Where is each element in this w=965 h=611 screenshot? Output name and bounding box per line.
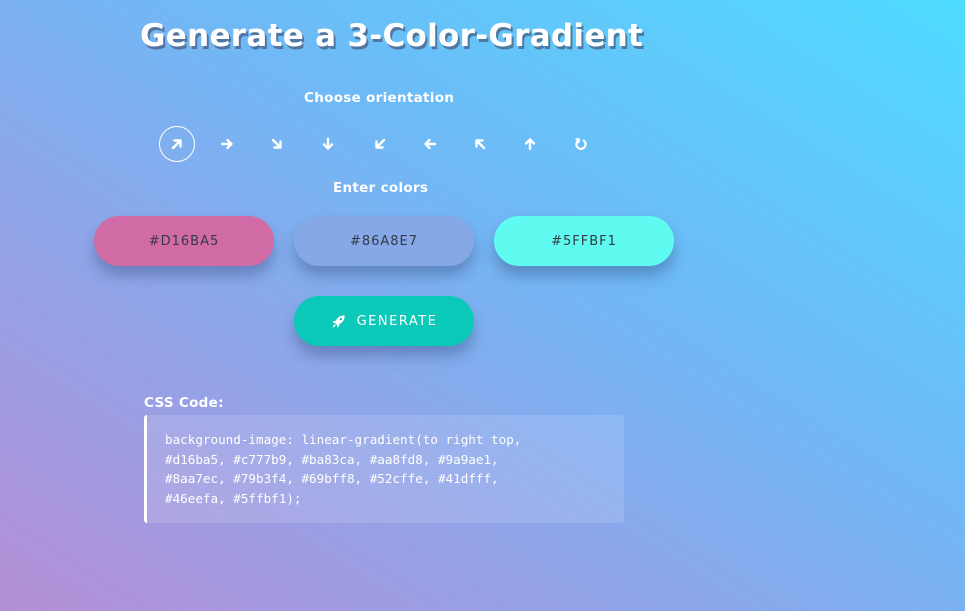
orientation-down-button[interactable] <box>310 126 346 162</box>
orientation-down-left-button[interactable] <box>362 126 398 162</box>
color-3-input[interactable]: #5FFBF1 <box>494 216 674 266</box>
orientation-left-button[interactable] <box>412 126 448 162</box>
arrow-right-icon <box>220 138 233 150</box>
arrow-up-icon <box>524 138 536 151</box>
colors-label: Enter colors <box>333 180 429 196</box>
css-code-label: CSS Code: <box>144 395 224 411</box>
orientation-right-button[interactable] <box>209 126 245 162</box>
color-1-input[interactable]: #D16BA5 <box>94 216 274 266</box>
orientation-down-right-button[interactable] <box>259 126 295 162</box>
orientation-up-right-button[interactable] <box>159 126 195 162</box>
arrow-down-left-icon <box>375 138 386 149</box>
arrow-up-left-icon <box>475 139 486 150</box>
color-2-input[interactable]: #86A8E7 <box>294 216 474 266</box>
radial-rotate-icon <box>575 138 587 150</box>
rocket-icon <box>331 314 345 328</box>
arrow-up-right-icon <box>171 139 182 150</box>
arrow-down-right-icon <box>271 138 282 149</box>
orientation-label: Choose orientation <box>304 90 455 106</box>
arrow-down-icon <box>322 137 334 150</box>
arrow-left-icon <box>424 138 437 150</box>
css-code-text[interactable]: background-image: linear-gradient(to rig… <box>165 430 608 508</box>
generate-button-label: GENERATE <box>356 313 438 329</box>
orientation-up-button[interactable] <box>512 126 548 162</box>
orientation-options <box>159 126 619 162</box>
orientation-up-left-button[interactable] <box>462 126 498 162</box>
generate-button[interactable]: GENERATE <box>294 296 474 346</box>
page-title: Generate a 3-Color-Gradient <box>140 18 644 54</box>
orientation-radial-button[interactable] <box>563 126 599 162</box>
css-code-box[interactable]: background-image: linear-gradient(to rig… <box>144 415 624 523</box>
